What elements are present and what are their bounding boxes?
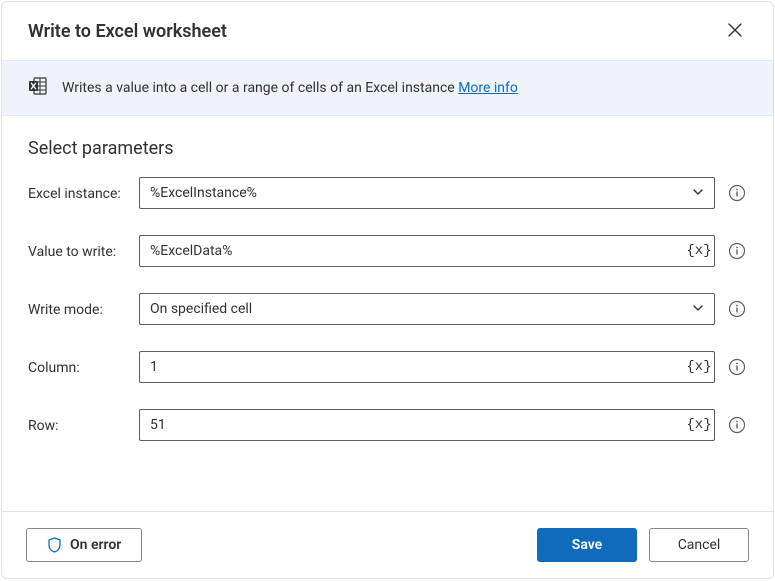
variable-picker-row[interactable]: {x} [684,410,714,440]
on-error-button[interactable]: On error [26,528,142,562]
dropdown-excel-instance[interactable] [139,177,715,209]
close-icon [728,23,742,40]
help-value-to-write[interactable] [727,241,747,261]
save-button[interactable]: Save [537,528,637,562]
dialog: Write to Excel worksheet Writes a value … [1,1,774,579]
excel-icon [28,76,48,100]
row-row: Row: {x} [28,409,747,441]
shield-icon [47,537,62,553]
input-write-mode[interactable] [140,294,682,324]
input-row[interactable] [140,410,684,440]
chevron-down-icon [692,302,704,317]
row-value-to-write: Value to write: {x} [28,235,747,267]
info-icon [728,242,746,260]
chevron-write-mode[interactable] [682,294,714,324]
dialog-footer: On error Save Cancel [2,511,773,578]
row-excel-instance: Excel instance: [28,177,747,209]
row-column: Column: {x} [28,351,747,383]
label-excel-instance: Excel instance: [28,184,127,202]
input-value-to-write[interactable] [140,236,684,266]
field-value-to-write[interactable]: {x} [139,235,715,267]
variable-picker-column[interactable]: {x} [684,352,714,382]
cancel-button[interactable]: Cancel [649,528,749,562]
help-column[interactable] [727,357,747,377]
dialog-title: Write to Excel worksheet [28,21,227,42]
label-column: Column: [28,358,127,376]
info-icon [728,358,746,376]
label-value-to-write: Value to write: [28,242,127,260]
info-bar: Writes a value into a cell or a range of… [2,60,773,116]
dialog-header: Write to Excel worksheet [2,2,773,60]
footer-right: Save Cancel [537,528,749,562]
chevron-down-icon [692,186,704,201]
info-text: Writes a value into a cell or a range of… [62,80,458,96]
dropdown-write-mode[interactable] [139,293,715,325]
help-excel-instance[interactable] [727,183,747,203]
label-write-mode: Write mode: [28,300,127,318]
section-title: Select parameters [28,138,747,159]
info-icon [728,184,746,202]
parameters-section: Select parameters Excel instance: Value … [2,116,773,511]
info-icon [728,416,746,434]
field-column[interactable]: {x} [139,351,715,383]
close-button[interactable] [719,15,751,47]
info-icon [728,300,746,318]
help-write-mode[interactable] [727,299,747,319]
input-column[interactable] [140,352,684,382]
field-row[interactable]: {x} [139,409,715,441]
input-excel-instance[interactable] [140,178,682,208]
more-info-link[interactable]: More info [458,80,518,96]
help-row[interactable] [727,415,747,435]
chevron-excel-instance[interactable] [682,178,714,208]
variable-picker-value[interactable]: {x} [684,236,714,266]
label-row: Row: [28,416,127,434]
row-write-mode: Write mode: [28,293,747,325]
info-text-container: Writes a value into a cell or a range of… [62,80,518,96]
on-error-label: On error [70,537,121,553]
